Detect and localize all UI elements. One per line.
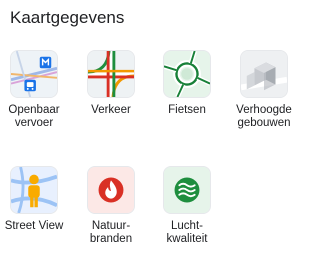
street-view-icon bbox=[10, 166, 58, 214]
panel-title: Kaartgegevens bbox=[10, 8, 125, 27]
tile-label-public-transport: Openbaar vervoer bbox=[8, 104, 60, 129]
3d-buildings-icon bbox=[240, 50, 288, 98]
tile-public-transport[interactable]: Openbaar vervoer bbox=[2, 50, 66, 130]
tile-label-wildfire: Natuur- branden bbox=[89, 220, 133, 245]
tile-label-air-quality: Lucht- kwaliteit bbox=[166, 220, 208, 245]
wildfire-icon bbox=[87, 166, 135, 214]
tile-air-quality[interactable]: Lucht- kwaliteit bbox=[155, 166, 219, 246]
tile-wildfire[interactable]: Natuur- branden bbox=[79, 166, 143, 246]
public-transport-icon bbox=[10, 50, 58, 98]
traffic-icon bbox=[87, 50, 135, 98]
tile-label-cycling: Fietsen bbox=[168, 104, 206, 116]
air-quality-icon bbox=[163, 166, 211, 214]
tile-street-view[interactable]: Street View bbox=[2, 166, 66, 233]
tile-label-traffic: Verkeer bbox=[91, 104, 131, 116]
tile-3d-buildings[interactable]: Verhoogde gebouwen bbox=[232, 50, 296, 130]
tile-cycling[interactable]: Fietsen bbox=[155, 50, 219, 117]
cycling-icon bbox=[163, 50, 211, 98]
tile-traffic[interactable]: Verkeer bbox=[79, 50, 143, 117]
tile-label-3d-buildings: Verhoogde gebouwen bbox=[236, 104, 292, 129]
tile-label-street-view: Street View bbox=[4, 220, 64, 232]
